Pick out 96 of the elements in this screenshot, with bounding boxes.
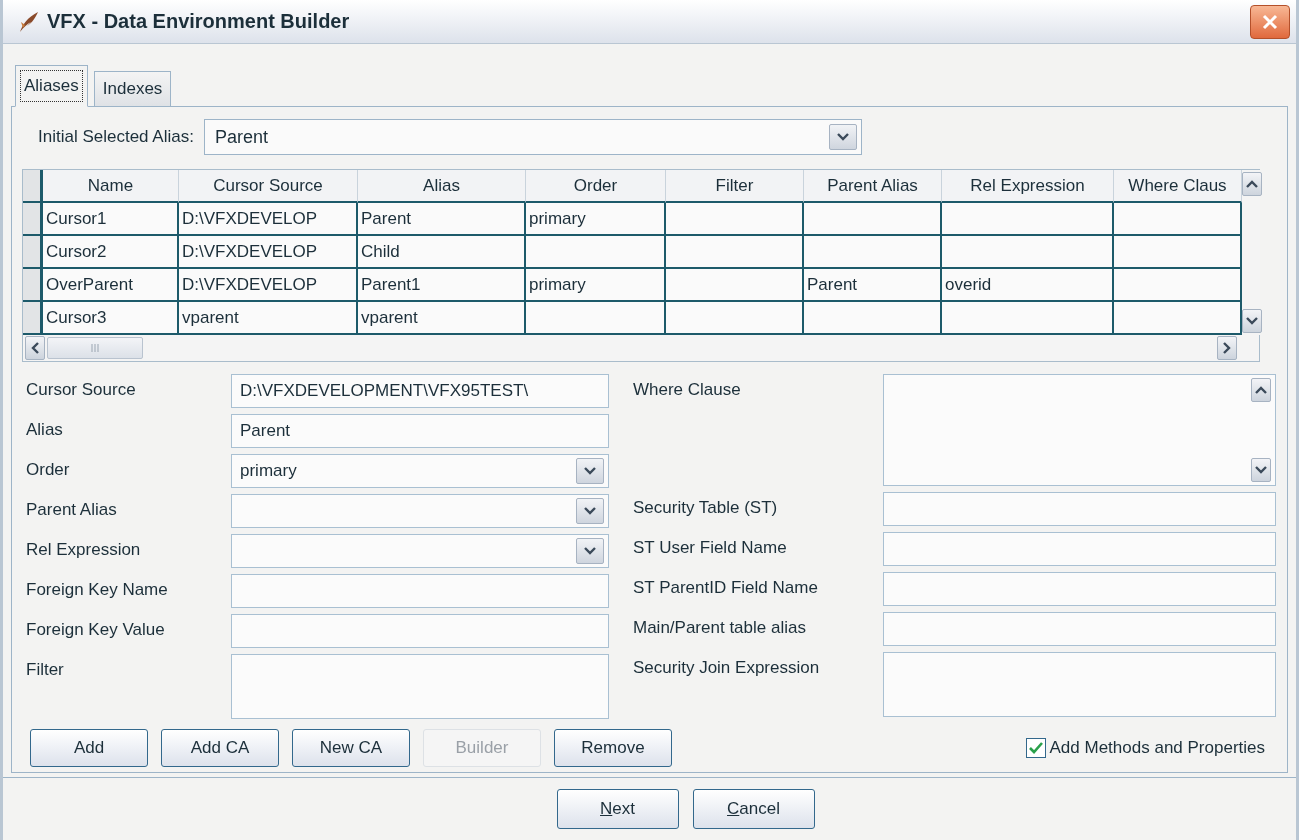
field-label: Cursor Source xyxy=(26,379,137,400)
field-label: ST ParentID Field Name xyxy=(633,577,819,598)
dropdown-button[interactable] xyxy=(576,538,604,564)
input-field[interactable]: Parent xyxy=(231,414,609,448)
table-cell: vparent xyxy=(358,302,526,335)
grip-icon xyxy=(90,344,100,352)
table-cell: Parent1 xyxy=(358,269,526,302)
dropdown-field[interactable] xyxy=(231,534,609,568)
dropdown-button[interactable] xyxy=(576,498,604,524)
column-header[interactable]: Order xyxy=(526,170,666,203)
row-header[interactable] xyxy=(23,302,43,335)
row-header[interactable] xyxy=(23,203,43,236)
column-header[interactable]: Parent Alias xyxy=(804,170,942,203)
field-value: primary xyxy=(240,461,297,481)
scroll-right-button[interactable] xyxy=(1217,336,1237,360)
checkbox-label: Add Methods and Properties xyxy=(1049,738,1265,758)
field-label: Initial Selected Alias: xyxy=(38,127,194,147)
checkmark-icon xyxy=(1028,742,1043,754)
input-field[interactable] xyxy=(883,532,1276,566)
dialog-button[interactable]: Next xyxy=(556,789,679,829)
scroll-left-button[interactable] xyxy=(25,336,45,360)
table-cell: Child xyxy=(358,236,526,269)
field-label: Rel Expression xyxy=(26,539,142,560)
header-corner[interactable] xyxy=(23,170,43,203)
table-cell: Cursor1 xyxy=(43,203,179,236)
table-cell: Cursor2 xyxy=(43,236,179,269)
chevron-down-icon xyxy=(584,507,596,515)
close-icon xyxy=(1261,12,1279,31)
tab[interactable]: Aliases xyxy=(15,65,88,107)
table-cell: Parent xyxy=(804,269,942,302)
input-field[interactable] xyxy=(883,572,1276,606)
chevron-up-icon xyxy=(1255,386,1267,394)
action-button[interactable]: Remove xyxy=(554,729,672,767)
field-value: Parent xyxy=(214,126,268,148)
action-button[interactable]: Add CA xyxy=(161,729,279,767)
column-header[interactable]: Name xyxy=(43,170,179,203)
table-cell: D:\VFXDEVELOP xyxy=(179,236,358,269)
window-title: VFX - Data Environment Builder xyxy=(47,10,351,33)
chevron-down-icon xyxy=(836,133,849,141)
table-cell: overid xyxy=(942,269,1114,302)
dropdown-field[interactable]: primary xyxy=(231,454,609,488)
input-field[interactable] xyxy=(883,492,1276,526)
input-field[interactable] xyxy=(231,574,609,608)
column-header[interactable]: Filter xyxy=(666,170,804,203)
input-field[interactable] xyxy=(883,612,1276,646)
tab[interactable]: Indexes xyxy=(93,71,172,107)
chevron-down-icon xyxy=(584,547,596,555)
dropdown-field[interactable]: Parent xyxy=(203,119,862,155)
row-header[interactable] xyxy=(23,269,43,302)
table-cell: primary xyxy=(526,269,666,302)
input-field[interactable] xyxy=(231,614,609,648)
table-cell: OverParent xyxy=(43,269,179,302)
table-cell: vparent xyxy=(179,302,358,335)
field-label: Where Clause xyxy=(633,379,742,400)
action-button[interactable]: New CA xyxy=(292,729,410,767)
scroll-down-button[interactable] xyxy=(1251,458,1271,482)
chevron-up-icon xyxy=(1246,180,1258,188)
scroll-up-button[interactable] xyxy=(1251,378,1271,402)
table-cell: D:\VFXDEVELOP xyxy=(179,269,358,302)
scrollbar-thumb[interactable] xyxy=(47,337,143,359)
chevron-down-icon xyxy=(584,467,596,475)
column-header[interactable]: Alias xyxy=(358,170,526,203)
checkbox[interactable] xyxy=(1025,738,1046,758)
close-button[interactable] xyxy=(1250,4,1290,39)
field-label: Security Table (ST) xyxy=(633,497,779,518)
chevron-left-icon xyxy=(31,342,39,354)
field-label: Security Join Expression xyxy=(633,657,821,678)
field-label: Alias xyxy=(26,419,64,440)
field-label: Filter xyxy=(26,659,65,680)
dropdown-button[interactable] xyxy=(576,458,604,484)
dropdown-button[interactable] xyxy=(828,124,857,150)
table-cell: Parent xyxy=(358,203,526,236)
field-value: Parent xyxy=(240,421,291,441)
input-field[interactable]: D:\VFXDEVELOPMENT\VFX95TEST\ xyxy=(231,374,609,408)
field-label: Foreign Key Value xyxy=(26,619,166,640)
table-cell: primary xyxy=(526,203,666,236)
field-label: ST User Field Name xyxy=(633,537,788,558)
action-button[interactable]: Add xyxy=(30,729,148,767)
scroll-down-button[interactable] xyxy=(1242,309,1262,333)
scroll-up-button[interactable] xyxy=(1242,172,1262,196)
chevron-down-icon xyxy=(1255,466,1267,474)
field-label: Parent Alias xyxy=(26,499,118,520)
table-cell: Cursor3 xyxy=(43,302,179,335)
dialog-button[interactable]: Cancel xyxy=(692,789,815,829)
field-label: Foreign Key Name xyxy=(26,579,169,600)
chevron-down-icon xyxy=(1246,317,1258,325)
field-label: Main/Parent table alias xyxy=(633,617,807,638)
chevron-right-icon xyxy=(1223,342,1231,354)
column-header[interactable]: Cursor Source xyxy=(179,170,358,203)
column-header[interactable]: Rel Expression xyxy=(942,170,1114,203)
row-header[interactable] xyxy=(23,236,43,269)
field-label: Order xyxy=(26,459,71,480)
column-header[interactable]: Where Claus xyxy=(1114,170,1242,203)
table-cell: D:\VFXDEVELOP xyxy=(179,203,358,236)
dropdown-field[interactable] xyxy=(231,494,609,528)
field-value: D:\VFXDEVELOPMENT\VFX95TEST\ xyxy=(240,381,529,401)
